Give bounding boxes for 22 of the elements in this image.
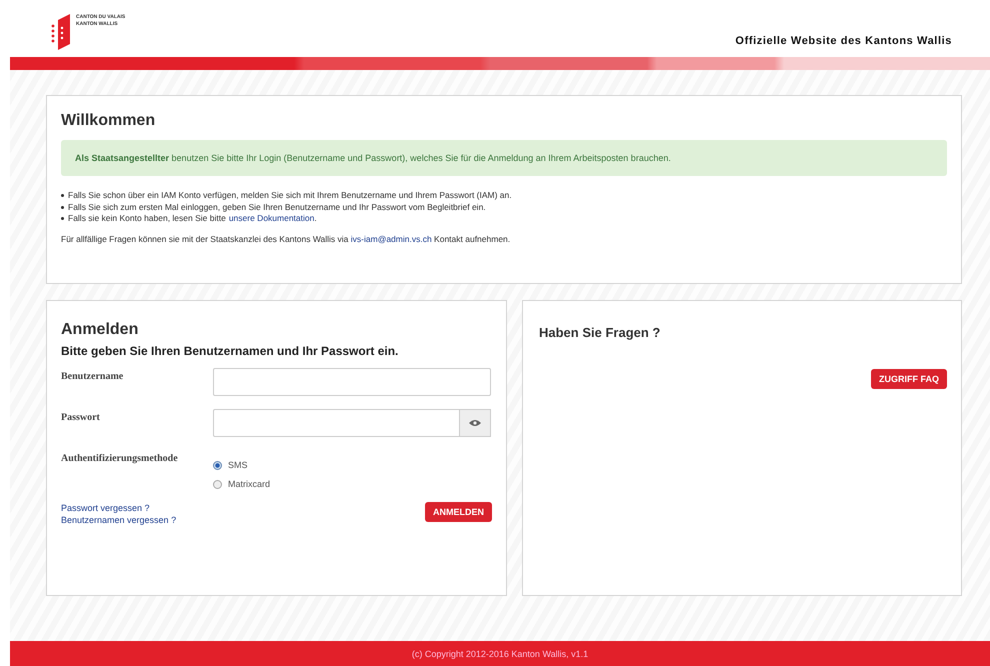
faq-title: Haben Sie Fragen ? (539, 325, 662, 340)
login-title: Anmelden (61, 321, 140, 339)
password-label: Passwort (61, 411, 101, 425)
radio-label: SMS (228, 460, 248, 470)
contact-text: Für allfällige Fragen können sie mit der Staatskanzlei des Kantons Wallis via ivs-iam@admin.vs.ch Kontakt aufnehmen. (61, 234, 512, 244)
notice-message: Als Staatsangestellter benutzen Sie bitte Ihr Login (Benutzername und Passwort), welches Sie für die Anmeldung an Ihrem Arbeitsposten brauchen. (61, 140, 947, 176)
info-bullet: Falls Sie sich zum ersten Mal einloggen, geben Sie Ihren Benutzername und Ihr Passwort vom Begleitbrief ein. (68, 202, 486, 213)
info-bullet: Falls Sie schon über ein IAM Konto verfügen, melden Sie sich mit Ihrem Benutzername und Ihrem Passwort (IAM) an. (68, 190, 512, 202)
site-title: Offizielle Website des Kantons Wallis (735, 35, 952, 47)
documentation-link[interactable]: unsere Dokumentation (228, 213, 314, 223)
username-label: Benutzername (61, 370, 124, 384)
faq-button[interactable]: ZUGRIFF FAQ (871, 369, 947, 389)
forgot-link[interactable]: Passwort vergessen ? (61, 502, 176, 514)
login-subtitle: Bitte geben Sie Ihren Benutzernamen und Ihr Passwort ein. (61, 344, 400, 358)
email-link[interactable]: ivs-iam@admin.vs.ch (350, 234, 432, 244)
method-label: Authentifizierungsmethode (61, 452, 179, 466)
info-bullet: Falls sie kein Konto haben, lesen Sie bitte unsere Dokumentation. (68, 213, 317, 224)
welcome-title: Willkommen (61, 112, 156, 130)
login-button[interactable]: ANMELDEN (425, 502, 492, 522)
forgot-link[interactable]: Benutzernamen vergessen ? (61, 514, 176, 526)
radio-label: Matrixcard (228, 479, 270, 489)
copyright-text: (c) Copyright 2012-2016 Kanton Wallis, v1.1 (412, 648, 588, 658)
